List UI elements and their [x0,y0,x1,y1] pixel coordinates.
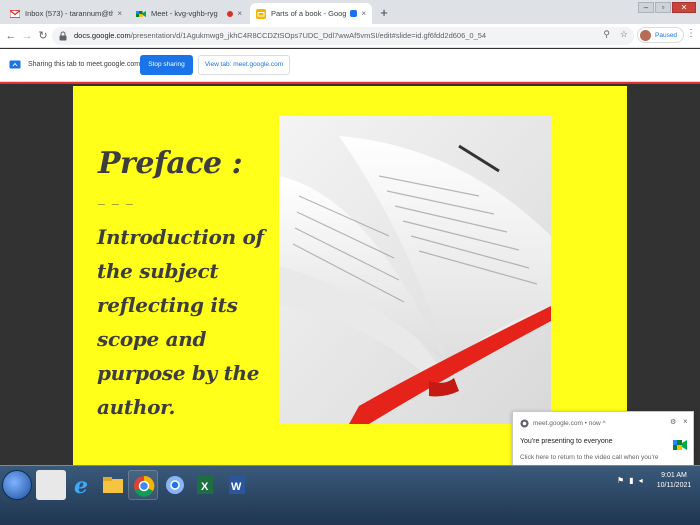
flag-icon[interactable]: ⚑ [617,476,624,485]
svg-text:X: X [201,481,209,493]
url-path: /presentation/d/1Agukmwg9_jkhC4R8CCDZtSO… [130,31,487,40]
clock-date: 10/11/2021 [656,482,692,489]
stop-sharing-button[interactable]: Stop sharing [140,55,193,75]
close-icon[interactable]: × [117,9,122,18]
slide-dashes: _ _ _ [98,192,135,206]
tab-slides[interactable]: Parts of a book - Google Slides × [250,3,372,24]
tab-strip: Inbox (573) - tarannum@theindia × Meet -… [0,0,700,24]
minimize-icon[interactable]: – [638,2,654,13]
url-text: docs.google.com/presentation/d/1Agukmwg9… [74,31,486,40]
volume-icon[interactable]: ◂ [639,476,643,485]
reload-icon[interactable]: ↻ [36,28,50,44]
clock-time: 9:01 AM [661,472,687,479]
screen-share-icon [9,60,21,69]
avatar [640,29,651,41]
presentation-stage: Preface : _ _ _ Introduction of the subj… [0,82,700,495]
slides-icon [256,8,266,19]
gear-icon[interactable]: ⚙ [670,418,676,426]
open-book-image [279,116,551,424]
system-tray: ⚑ ▮ ◂ [617,476,643,485]
taskbar-clock[interactable]: 9:01 AM 10/11/2021 [650,471,698,491]
tab-title: Meet - kvg-vghb-ryg [151,9,218,18]
close-icon[interactable]: × [683,417,688,426]
chrome-secondary-icon[interactable] [160,470,190,500]
tab-gmail[interactable]: Inbox (573) - tarannum@theindia × [4,3,128,24]
svg-text:W: W [231,481,242,493]
profile-status: Paused [655,31,678,39]
slide-title: Preface : [98,146,243,181]
sharing-tab-icon [350,10,358,17]
start-button[interactable] [2,470,32,500]
slide-body: Introduction of the subject reflecting i… [97,225,264,419]
gmail-icon [9,9,21,19]
view-tab-button[interactable]: View tab: meet.google.com [198,55,290,75]
menu-icon[interactable]: ⋮ [686,28,696,39]
profile-button[interactable]: Paused [637,27,685,43]
meet-icon [136,9,146,19]
new-tab-button[interactable]: + [376,5,392,21]
url-host: docs.google.com [74,31,131,40]
folder-icon[interactable] [98,470,128,500]
notification-source: meet.google.com • now ^ [533,420,606,427]
bookmark-star-icon[interactable]: ☆ [620,29,628,40]
tab-title: Inbox (573) - tarannum@theindia [25,9,114,18]
meet-icon [673,440,687,450]
window-close-icon[interactable]: ✕ [672,2,696,13]
sharing-message: Sharing this tab to meet.google.com [28,61,141,68]
word-icon[interactable]: W [222,470,252,500]
internet-explorer-icon[interactable]: e [66,470,96,500]
recording-indicator-icon [227,10,234,17]
browser-toolbar: ← → ↻ docs.google.com/presentation/d/1Ag… [0,24,700,48]
tab-meet[interactable]: Meet - kvg-vghb-ryg × [130,3,248,24]
sharing-infobar: Sharing this tab to meet.google.com Stop… [0,49,700,82]
close-icon[interactable]: × [361,9,366,18]
chrome-icon [520,419,529,428]
lock-icon [59,31,67,41]
forward-icon[interactable]: → [20,28,34,44]
omnibox-icons: ⚲ ☆ [603,29,628,40]
zoom-icon[interactable]: ⚲ [603,29,610,40]
svg-text:e: e [74,473,88,499]
network-icon[interactable]: ▮ [629,476,633,485]
notes-app-icon[interactable] [36,470,66,500]
window-controls: – ▫ ✕ [638,2,696,13]
close-icon[interactable]: × [237,9,242,18]
chrome-taskbar-icon[interactable] [128,470,158,500]
address-bar[interactable]: docs.google.com/presentation/d/1Agukmwg9… [52,27,634,45]
excel-icon[interactable]: X [190,470,220,500]
tab-title: Parts of a book - Google Slides [271,9,347,18]
notification-title: You're presenting to everyone [520,438,613,445]
maximize-icon[interactable]: ▫ [655,2,671,13]
windows-taskbar: e X W ⚑ ▮ ◂ 9:01 AM 10/11/2021 [0,465,700,525]
back-icon[interactable]: ← [4,28,18,44]
